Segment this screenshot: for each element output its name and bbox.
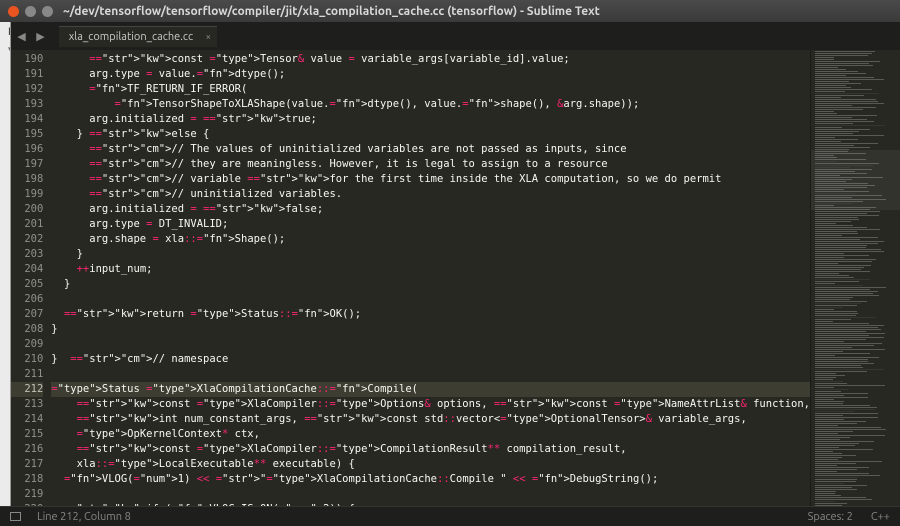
file-item[interactable]: WORKSPACE [4, 305, 11, 324]
file-item[interactable]: ACKNOWLEDGMENTS [4, 131, 11, 150]
tab-label: xla_compilation_cache.cc [69, 31, 193, 43]
folder-item[interactable]: ▾tensorflow [4, 42, 8, 56]
sidebar: FOLDERS ▾tensorflow▸tensorflow▸third_par… [0, 22, 11, 506]
folder-tree: ▾tensorflow▸tensorflow▸third_party▸tools… [0, 42, 10, 389]
folder-item[interactable]: ▸third_party [4, 70, 11, 84]
editor-pane: ◀ ▶ xla_compilation_cache.cc × 190191192… [11, 22, 900, 506]
panel-icon[interactable] [10, 512, 21, 521]
minimap-viewport[interactable] [811, 150, 900, 210]
close-icon[interactable] [8, 6, 19, 17]
file-item[interactable]: ADOPTERS.md [4, 150, 11, 164]
syntax[interactable]: C++ [871, 511, 890, 523]
window-controls [8, 6, 53, 17]
file-item[interactable]: README.md [4, 277, 11, 291]
file-item[interactable]: RELEASE.md [4, 291, 11, 305]
file-item[interactable]: configure.py [4, 357, 11, 371]
maximize-icon[interactable] [42, 6, 53, 17]
file-item[interactable]: CODEOWNERS [4, 197, 11, 216]
minimize-icon[interactable] [25, 6, 36, 17]
file-item[interactable]: LICENSE [4, 258, 11, 277]
file-item[interactable]: BUILD [4, 183, 11, 197]
minimap[interactable] [810, 50, 900, 506]
file-item[interactable]: ISSUE_TEMPLATE.md [4, 244, 11, 258]
file-item[interactable]: configure [4, 338, 11, 357]
file-item[interactable]: arm_compiler.BUILD [4, 324, 11, 338]
indentation[interactable]: Spaces: 2 [808, 511, 853, 523]
file-item[interactable]: AUTHORS [4, 164, 11, 183]
file-item[interactable]: CONTRIBUTING.md [4, 230, 11, 244]
file-item[interactable]: CODE_OF_CONDUCT.md [4, 216, 11, 230]
folder-item[interactable]: ▸tensorflow [4, 56, 11, 70]
folder-item[interactable]: ▸tools [4, 84, 11, 98]
tab-active[interactable]: xla_compilation_cache.cc × [59, 26, 217, 47]
code-area[interactable]: =="str">"kw">const ="type">Tensor& value… [51, 50, 810, 506]
close-icon[interactable]: × [206, 31, 212, 42]
window-title: ~/dev/tensorflow/tensorflow/compiler/jit… [63, 5, 600, 18]
folder-item[interactable]: ▸util [4, 98, 11, 112]
window-titlebar: ~/dev/tensorflow/tensorflow/compiler/jit… [0, 0, 900, 22]
tab-bar: ◀ ▶ xla_compilation_cache.cc × [11, 22, 900, 50]
sidebar-header: FOLDERS [0, 22, 11, 42]
line-number-gutter: 1901911921931941951961971981992002012022… [11, 50, 51, 506]
file-item[interactable]: models.BUILD [4, 371, 11, 385]
file-item[interactable]: .gitignore [4, 112, 11, 131]
cursor-position: Line 212, Column 8 [37, 511, 131, 523]
status-bar: Line 212, Column 8 Spaces: 2 C++ [0, 506, 900, 526]
tab-nav-arrows[interactable]: ◀ ▶ [17, 30, 48, 43]
